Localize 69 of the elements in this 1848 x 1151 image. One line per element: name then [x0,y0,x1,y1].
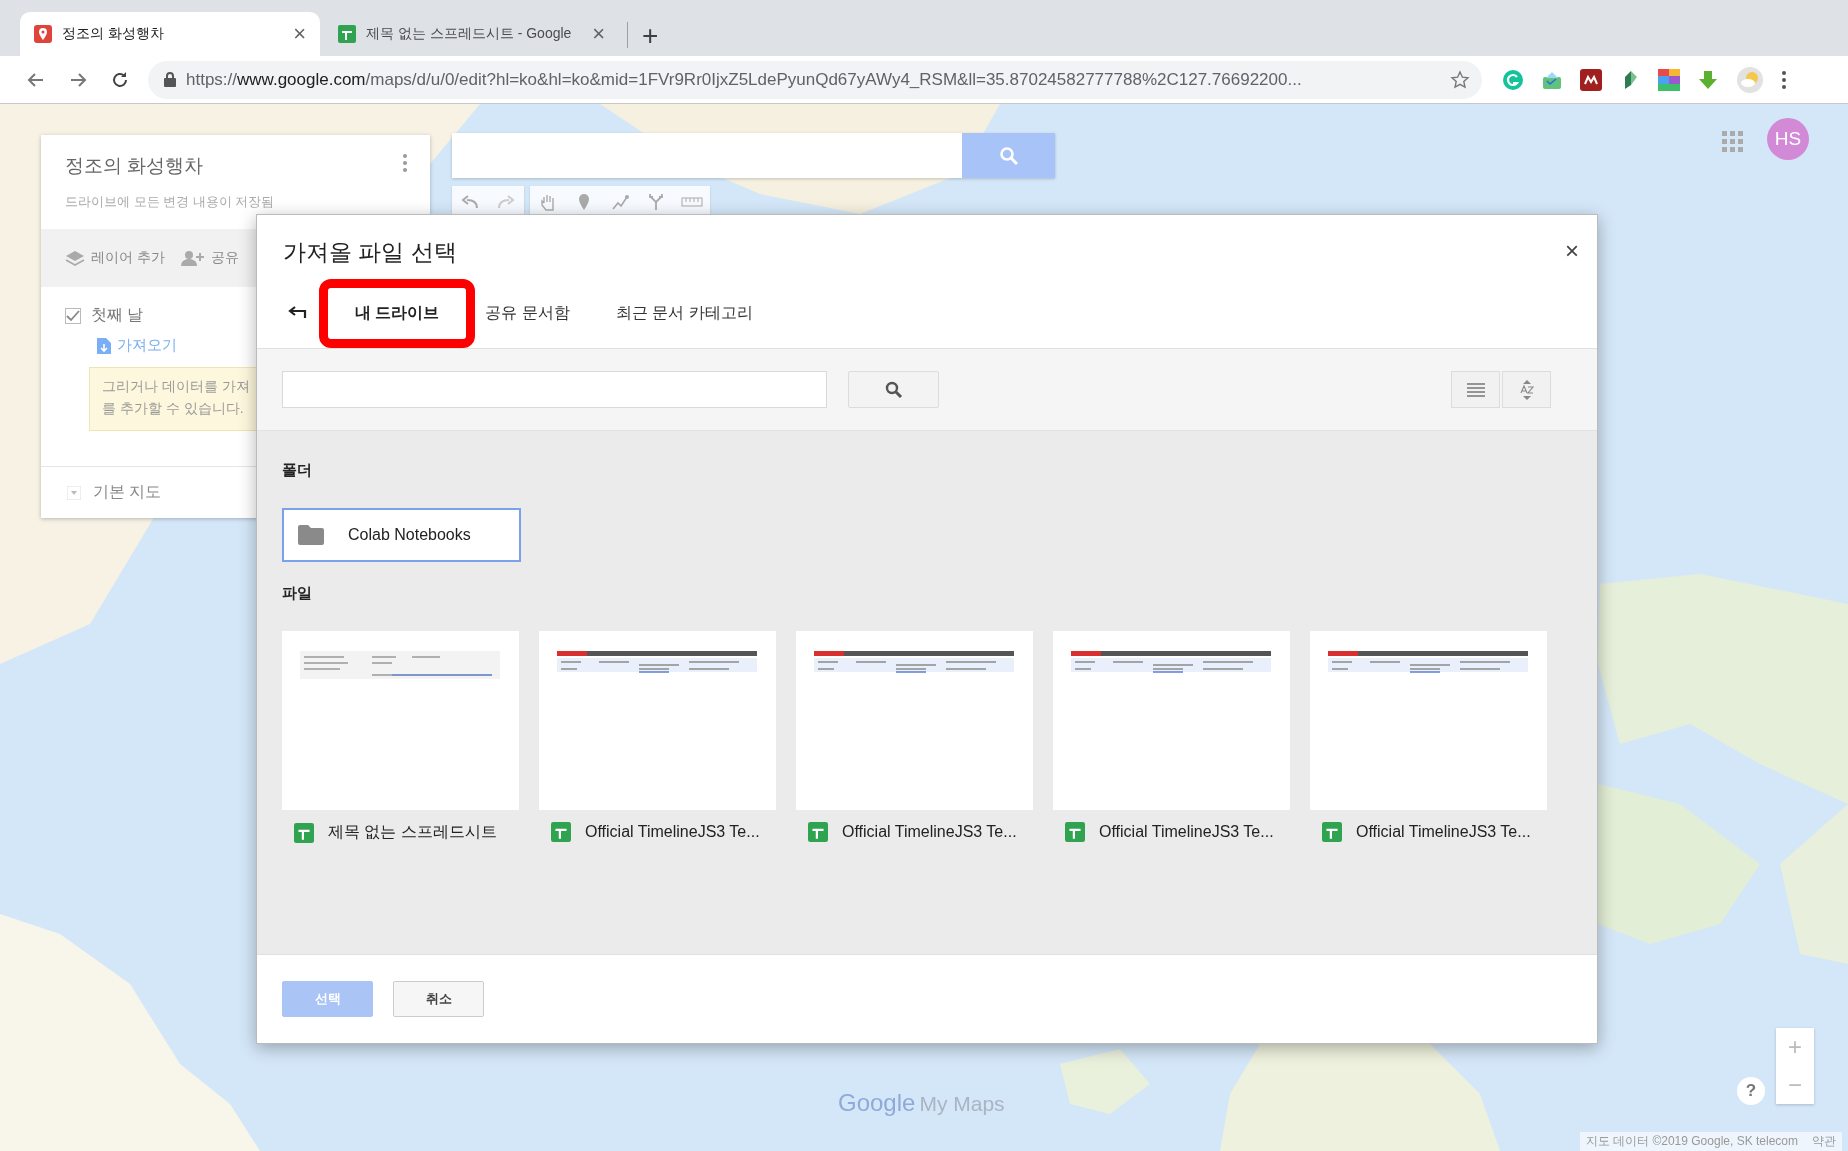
layer-name: 첫째 날 [91,305,144,325]
tab-title: 제목 없는 스프레드시트 - Google [366,25,573,43]
more-icon[interactable] [402,153,408,173]
map-attribution: 지도 데이터 ©2019 Google, SK telecom [1585,1133,1798,1150]
spreadsheet-icon [338,25,356,43]
sort-icon [1518,379,1535,400]
section-heading: 파일 [282,584,313,603]
folder-item[interactable]: Colab Notebooks [282,508,521,562]
lock-icon [164,72,176,87]
section-heading: 폴더 [282,461,313,480]
menu-icon[interactable] [1781,69,1787,90]
browser-tab[interactable]: 정조의 화성행차 × [20,12,320,56]
logo-brand: Google [838,1089,916,1117]
download-arrow-icon[interactable] [1697,68,1719,91]
close-button[interactable]: × [1565,237,1579,265]
extension-icon[interactable] [1658,68,1680,91]
hand-icon[interactable] [539,193,557,211]
file-item[interactable]: Official TimelineJS3 Te... [539,631,776,843]
file-import-icon [97,337,111,354]
spreadsheet-icon [808,822,828,842]
browser-tab[interactable]: 제목 없는 스프레드시트 - Google × [324,12,619,56]
fork-arrow-icon[interactable] [648,193,664,211]
redo-icon[interactable] [497,195,515,209]
map-title: 정조의 화성행차 [65,154,204,178]
line-icon[interactable] [611,193,629,211]
folder-icon [298,525,324,545]
spreadsheet-icon [1065,822,1085,842]
base-map-label: 기본 지도 [93,482,162,502]
list-view-button[interactable] [1451,371,1500,408]
file-item[interactable]: 제목 없는 스프레드시트 [282,631,519,843]
layer-checkbox[interactable] [65,307,81,324]
extension-icon[interactable] [1580,68,1602,91]
list-icon [1466,382,1485,397]
spreadsheet-icon [294,822,314,843]
hint-text: 그리거나 데이터를 가져 [102,378,251,396]
star-icon[interactable] [1450,69,1470,90]
file-item[interactable]: Official TimelineJS3 Te... [796,631,1033,843]
spreadsheet-icon [1322,822,1342,842]
url-text: https://www.google.com/maps/d/u/0/edit?hl=ko&hl=ko&mid=1FVr9Rr0IjxZ5LdePyunQd67yAWy4_RSM&ll=35.87024582777788%2C127.76692200... [186,69,1303,90]
ruler-icon[interactable] [681,197,703,207]
file-item[interactable]: Official TimelineJS3 Te... [1053,631,1290,843]
drive-tab[interactable]: 내 드라이브 [319,279,476,348]
undo-icon[interactable] [461,195,479,209]
back-arrow-icon[interactable] [287,305,307,319]
search-icon [884,380,903,399]
add-person-icon [180,250,205,266]
help-button[interactable]: ? [1737,1077,1765,1105]
search-icon [998,145,1019,166]
cancel-button[interactable]: 취소 [393,981,484,1017]
file-item[interactable]: Official TimelineJS3 Te... [1310,631,1547,843]
profile-icon[interactable] [1736,65,1764,94]
close-tab-button[interactable]: × [293,23,306,45]
new-tab-button[interactable]: + [627,22,673,48]
maps-pin-icon [34,25,52,43]
address-bar[interactable]: https://www.google.com/maps/d/u/0/edit?hl=ko&hl=ko&mid=1FVr9Rr0IjxZ5LdePyunQd67yAWy4_RSM&ll=35.87024582777788%2C127.76692200... [148,60,1482,99]
spreadsheet-icon [551,822,571,842]
save-status: 드라이브에 모든 변경 내용이 저장됨 [64,193,276,211]
layers-icon [65,250,85,266]
hint-text: 를 추가할 수 있습니다. [102,400,245,418]
checkmark-icon [66,309,80,322]
marker-icon[interactable] [577,193,591,211]
sort-button[interactable] [1502,371,1551,408]
dialog-title: 가져올 파일 선택 [283,238,457,267]
file-search-field[interactable] [282,371,827,408]
tab-title: 정조의 화성행차 [62,25,165,43]
caret-icon[interactable] [67,485,81,500]
search-button[interactable] [848,371,939,408]
close-tab-button[interactable]: × [592,23,605,45]
map-search-field[interactable] [452,133,962,178]
